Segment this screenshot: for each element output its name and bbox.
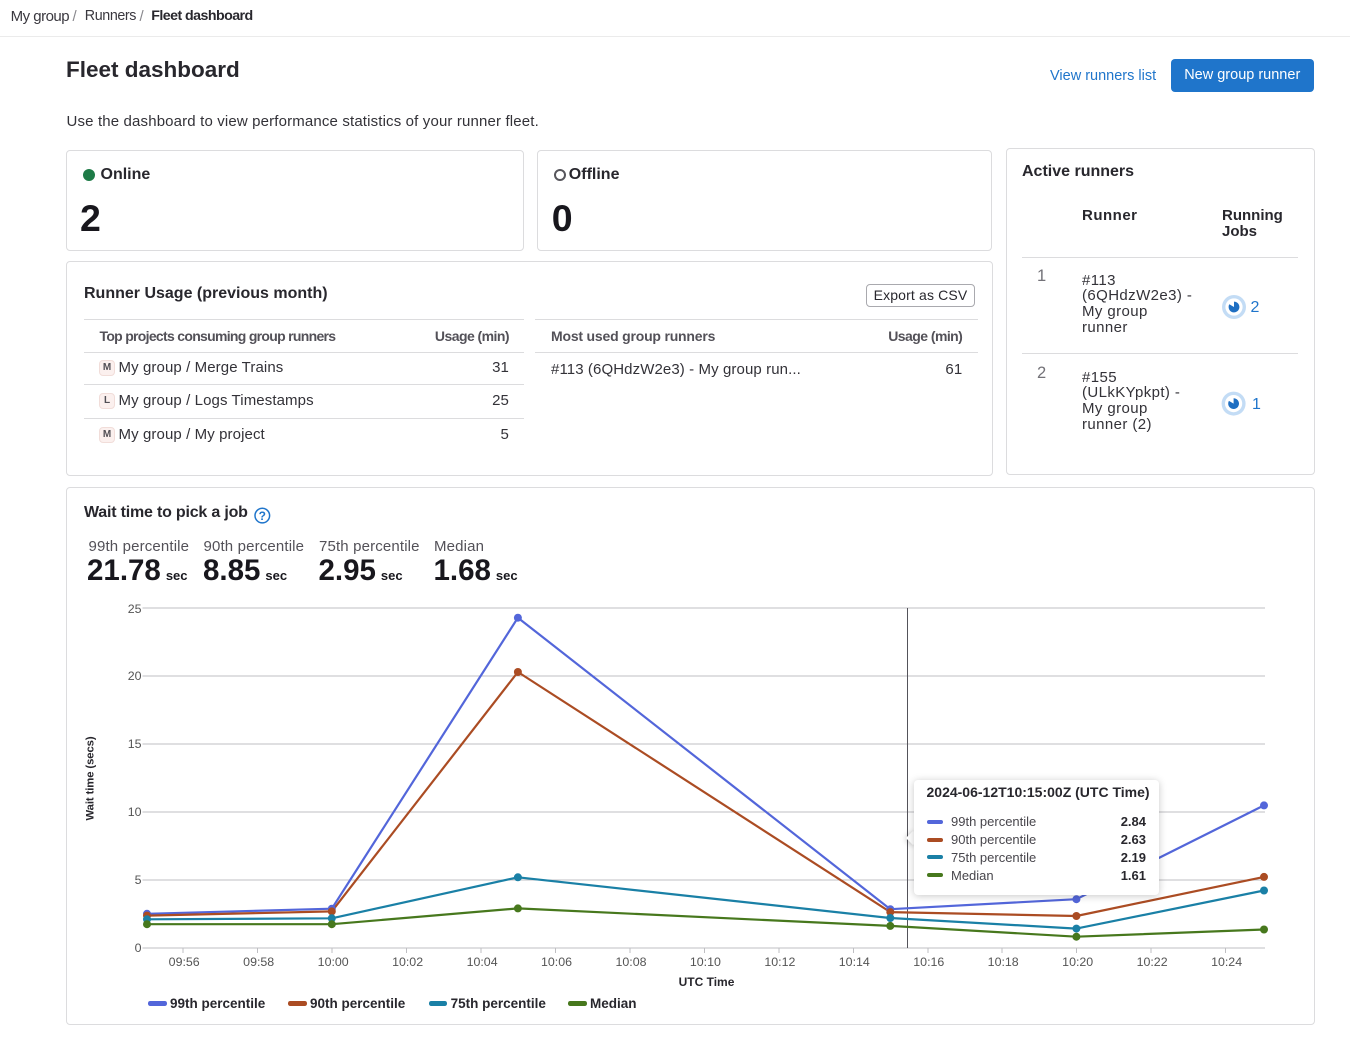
svg-text:?: ? — [259, 509, 266, 523]
